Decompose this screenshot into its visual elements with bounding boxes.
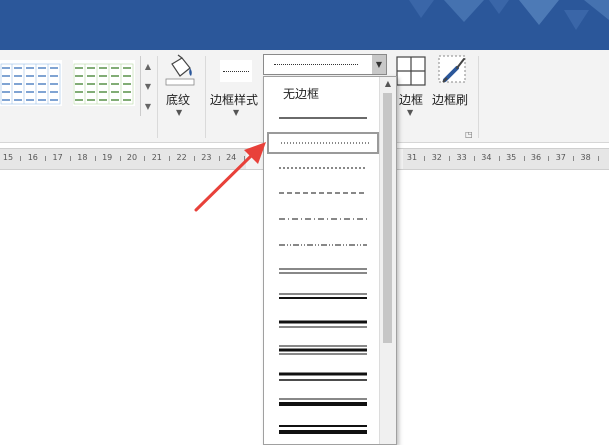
- border-style-preview: [279, 244, 367, 246]
- ruler-tick-mark: [573, 156, 575, 161]
- table-style-thumbnail-1[interactable]: [0, 60, 62, 106]
- ruler-tick-mark: [45, 156, 47, 161]
- border-style-preview: [279, 320, 367, 328]
- shading-button[interactable]: 底纹 ▼: [160, 54, 200, 118]
- border-style-option-thin-thick[interactable]: [267, 286, 379, 308]
- border-style-preview: [279, 192, 367, 194]
- ruler-tick-label: 37: [555, 153, 566, 162]
- border-style-option-triple-thick[interactable]: [267, 366, 379, 388]
- border-style-dropdown: 无边框 ▲: [263, 76, 397, 445]
- border-style-preview: [279, 268, 367, 274]
- border-style-combo[interactable]: ▼: [263, 54, 387, 75]
- ruler-tick-mark: [598, 156, 599, 161]
- ruler-tick-mark: [523, 156, 525, 161]
- border-style-preview: [279, 372, 367, 381]
- paint-bucket-icon: [165, 54, 195, 86]
- borders-button[interactable]: 边框 ▼: [393, 54, 429, 118]
- ruler-tick-label: 38: [580, 153, 591, 162]
- chevron-down-icon: ▼: [233, 108, 240, 117]
- border-painter-button[interactable]: 边框刷: [430, 54, 476, 118]
- border-style-option-no-border[interactable]: 无边框: [267, 79, 379, 103]
- chevron-up-icon[interactable]: ▲: [141, 56, 155, 76]
- border-style-option-dash-dot[interactable]: [267, 208, 379, 230]
- chevron-down-icon[interactable]: ▼: [141, 76, 155, 96]
- ruler-tick-label: 31: [406, 153, 418, 162]
- gallery-more-icon[interactable]: ▼: [141, 96, 155, 116]
- no-border-label: 无边框: [283, 87, 320, 101]
- ruler-tick-mark: [194, 156, 195, 161]
- dropdown-scrollbar[interactable]: ▲: [379, 77, 396, 444]
- ruler-tick-mark: [548, 156, 550, 161]
- ruler-tick-label: 34: [481, 153, 492, 162]
- border-painter-icon: [438, 55, 466, 83]
- border-style-preview: [279, 398, 367, 406]
- border-style-preview: [279, 218, 367, 220]
- border-style-preview: [279, 293, 367, 299]
- ruler-tick-label: 35: [506, 153, 517, 162]
- border-style-option-thick-thin[interactable]: [267, 313, 379, 335]
- border-style-preview: [220, 60, 252, 82]
- ruler-tick-label: 22: [176, 153, 187, 162]
- chevron-down-icon: ▼: [407, 108, 414, 117]
- ruler-tick-label: 18: [77, 153, 88, 162]
- border-style-option-fine-dashed[interactable]: [267, 157, 379, 179]
- ruler-tick-label: 36: [530, 153, 542, 162]
- group-separator: [157, 56, 158, 138]
- border-style-preview: [281, 142, 369, 144]
- ruler-tick-mark: [20, 156, 22, 161]
- chevron-down-icon[interactable]: ▼: [372, 55, 386, 74]
- border-style-option-thick-thin-thick[interactable]: [267, 339, 379, 361]
- ruler-tick-label: 16: [27, 153, 38, 162]
- dropdown-scroll-thumb[interactable]: [383, 93, 392, 343]
- chevron-up-icon[interactable]: ▲: [380, 79, 396, 88]
- border-styles-label: 边框样式: [210, 93, 259, 107]
- ruler-tick-label: 23: [201, 153, 212, 162]
- border-style-option-single[interactable]: [267, 107, 379, 129]
- ruler-tick-mark: [169, 156, 171, 161]
- border-style-preview: [279, 425, 367, 434]
- group-separator: [205, 56, 206, 138]
- ruler-tick-mark: [498, 156, 500, 161]
- shading-label: 底纹: [166, 93, 191, 107]
- title-bar-decoration: [409, 0, 609, 30]
- ruler-tick-label: 32: [431, 153, 442, 162]
- ruler-tick-label: 33: [456, 153, 467, 162]
- ruler-tick-label: 24: [226, 153, 237, 162]
- chevron-down-icon: ▼: [176, 108, 183, 117]
- border-style-option-double[interactable]: [267, 260, 379, 282]
- border-style-option-thin-thick-large[interactable]: [267, 392, 379, 414]
- border-style-option-dotted[interactable]: [267, 132, 379, 154]
- border-style-preview: [279, 167, 367, 169]
- table-style-thumbnail-2[interactable]: [73, 60, 135, 106]
- borders-label: 边框: [399, 93, 424, 107]
- ruler-tick-label: 17: [52, 153, 63, 162]
- ruler-tick-mark: [119, 156, 121, 161]
- ruler-tick-label: 20: [126, 153, 138, 162]
- ruler-tick-mark: [70, 156, 71, 161]
- ruler-tick-mark: [449, 156, 451, 161]
- ruler-tick-mark: [144, 156, 146, 161]
- ruler-tick-mark: [218, 156, 220, 161]
- border-style-preview: [279, 117, 367, 119]
- ruler-tick-mark: [474, 156, 475, 161]
- title-bar: [0, 0, 609, 50]
- borders-grid-icon: [396, 56, 426, 86]
- ruler-tick-label: 19: [102, 153, 113, 162]
- ruler-tick-mark: [94, 156, 96, 161]
- dialog-launcher-icon[interactable]: ◳: [465, 130, 474, 139]
- border-painter-label: 边框刷: [432, 93, 469, 107]
- border-style-option-thick-double[interactable]: [267, 418, 379, 440]
- ruler-tick-label: 21: [151, 153, 162, 162]
- border-style-option-dash-dot-dot[interactable]: [267, 234, 379, 256]
- border-style-preview: [279, 345, 367, 355]
- border-style-combo-value: [274, 64, 358, 65]
- ruler-tick-mark: [243, 156, 245, 161]
- border-styles-button[interactable]: 边框样式 ▼: [208, 54, 263, 118]
- table-style-gallery-scroll[interactable]: ▲ ▼ ▼: [140, 56, 155, 116]
- border-style-option-dashed[interactable]: [267, 182, 379, 204]
- ruler-tick-label: 15: [2, 153, 14, 162]
- ruler-tick-mark: [424, 156, 426, 161]
- group-separator: [478, 56, 479, 138]
